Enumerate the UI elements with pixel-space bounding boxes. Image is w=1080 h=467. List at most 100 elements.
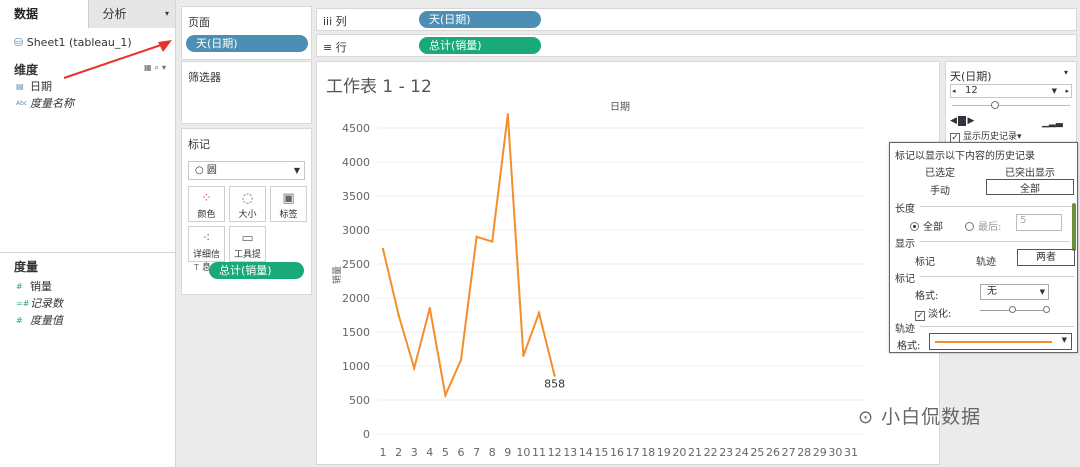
number-icon: # xyxy=(16,316,23,325)
pages-shelf: 页面 天(日期) xyxy=(181,6,312,60)
y-tick-label: 4500 xyxy=(342,122,370,135)
data-point[interactable] xyxy=(459,358,463,362)
date-icon: ▤ xyxy=(16,82,24,91)
prev-icon[interactable]: ◂ xyxy=(952,85,956,97)
page-control: 天(日期) ▾ ◂ 12 ▼ ▸ ◀■▶ ▁▂▃ ✓ 显示历史记录▾ xyxy=(945,61,1077,143)
history-heading: 标记以显示以下内容的历史记录 xyxy=(895,151,1035,162)
x-tick-label: 10 xyxy=(516,446,530,459)
divider xyxy=(920,206,1074,207)
history-selected-option[interactable]: 已选定 xyxy=(925,164,955,179)
field-label: 日期 xyxy=(30,80,52,93)
data-point[interactable] xyxy=(506,113,509,116)
marks-section-title: 标记 xyxy=(895,274,915,285)
play-forward-icon[interactable]: ▶ xyxy=(967,116,974,126)
show-marks-option[interactable]: 标记 xyxy=(915,253,935,268)
history-manual-option[interactable]: 手动 xyxy=(930,182,950,197)
y-tick-label: 1000 xyxy=(342,360,370,373)
stop-icon[interactable]: ■ xyxy=(957,116,967,126)
data-point[interactable] xyxy=(428,307,431,310)
data-point[interactable] xyxy=(444,394,447,397)
chevron-down-icon: ▼ xyxy=(1051,87,1057,95)
fade-toggle[interactable]: ✓ 淡化: xyxy=(915,305,951,321)
field-measure-values[interactable]: # 度量值 xyxy=(0,312,176,329)
next-icon[interactable]: ▸ xyxy=(1065,85,1069,97)
label-mark-icon: T xyxy=(194,263,199,272)
number-icon: # xyxy=(16,282,23,291)
length-value: 5 xyxy=(1020,215,1027,226)
divider xyxy=(920,326,1074,327)
pane-divider[interactable] xyxy=(0,252,176,253)
length-last-radio[interactable]: 最后: xyxy=(965,218,1001,233)
page-select[interactable]: ◂ 12 ▼ ▸ xyxy=(950,84,1072,98)
rows-pill[interactable]: 总计(销量) xyxy=(419,37,541,54)
marks-format-select[interactable]: 无 ▼ xyxy=(980,284,1049,300)
wechat-icon: ⊙ xyxy=(858,407,875,428)
x-tick-label: 13 xyxy=(563,446,577,459)
x-axis-header: 日期 xyxy=(610,101,630,113)
trail-format-select[interactable]: ▼ xyxy=(929,333,1072,350)
x-tick-label: 24 xyxy=(735,446,749,459)
field-label: 记录数 xyxy=(30,297,63,310)
chevron-down-icon[interactable]: ▾ xyxy=(1064,68,1068,77)
pages-pill[interactable]: 天(日期) xyxy=(186,35,308,52)
fade-slider-end[interactable] xyxy=(1043,306,1050,313)
length-all-radio[interactable]: 全部 xyxy=(910,218,943,233)
show-trails-option[interactable]: 轨迹 xyxy=(976,253,996,268)
number-icon: =# xyxy=(16,299,30,308)
detail-button[interactable]: ⁖ 详细信息 xyxy=(188,226,225,273)
x-tick-label: 30 xyxy=(828,446,842,459)
radio-icon xyxy=(965,222,974,231)
length-stepper[interactable]: 5 xyxy=(1016,214,1062,231)
playback-controls[interactable]: ◀■▶ xyxy=(950,116,974,126)
checkbox-checked-icon[interactable]: ✓ xyxy=(915,311,925,321)
mark-type-dropdown[interactable]: ○ 圆 ▼ xyxy=(188,161,305,180)
page-slider-thumb[interactable] xyxy=(991,101,999,109)
tab-analysis[interactable]: 分析 ▾ xyxy=(87,0,175,28)
fade-slider-thumb[interactable] xyxy=(1009,306,1016,313)
history-highlighted-option[interactable]: 已突出显示 xyxy=(1005,164,1055,179)
color-label: 颜色 xyxy=(197,210,216,220)
color-button[interactable]: ⁘ 颜色 xyxy=(188,186,225,222)
x-tick-label: 5 xyxy=(442,446,449,459)
measures-title: 度量 xyxy=(14,260,39,274)
field-record-count[interactable]: =# 记录数 xyxy=(0,295,176,312)
data-point[interactable] xyxy=(381,247,385,251)
tab-data[interactable]: 数据 xyxy=(0,0,88,28)
show-history-toggle[interactable]: ✓ 显示历史记录▾ xyxy=(950,129,1022,143)
page-slider-track[interactable] xyxy=(952,105,1070,106)
divider xyxy=(920,241,1070,242)
filters-shelf[interactable]: 筛选器 xyxy=(181,61,312,124)
chevron-down-icon[interactable]: ▾ xyxy=(165,0,169,28)
x-tick-label: 20 xyxy=(672,446,686,459)
field-sales[interactable]: # 销量 xyxy=(0,278,176,295)
page-field-title: 天(日期) xyxy=(950,70,992,83)
data-point[interactable] xyxy=(397,313,400,317)
play-back-icon[interactable]: ◀ xyxy=(950,116,957,126)
show-both-option[interactable]: 两者 xyxy=(1017,249,1075,266)
columns-shelf: iii 列 天(日期) xyxy=(316,8,1077,31)
data-point[interactable] xyxy=(553,374,556,377)
line-chart[interactable]: 日期 销量 0500100015002000250030003500400045… xyxy=(317,62,939,464)
x-tick-label: 17 xyxy=(626,446,640,459)
length-last-label: 最后: xyxy=(978,222,1002,233)
field-measure-names[interactable]: Abc 度量名称 xyxy=(0,95,175,112)
data-point[interactable] xyxy=(522,354,525,357)
data-point[interactable] xyxy=(475,235,478,238)
x-tick-label: 15 xyxy=(594,446,608,459)
tooltip-button[interactable]: ▭ 工具提示 xyxy=(229,226,266,273)
data-point[interactable] xyxy=(413,366,416,370)
speed-icon[interactable]: ▁▂▃ xyxy=(1042,118,1063,128)
columns-pill[interactable]: 天(日期) xyxy=(419,11,541,28)
x-tick-label: 16 xyxy=(610,446,624,459)
x-tick-label: 6 xyxy=(458,446,465,459)
history-all-option[interactable]: 全部 xyxy=(986,179,1074,195)
annotation-arrow xyxy=(63,40,172,79)
data-point[interactable] xyxy=(537,311,541,315)
chevron-down-icon: ▼ xyxy=(293,166,300,175)
popup-scrollbar[interactable] xyxy=(1072,203,1076,251)
size-button[interactable]: ◌ 大小 xyxy=(229,186,266,222)
data-point[interactable] xyxy=(491,240,494,243)
label-button[interactable]: ▣ 标签 xyxy=(270,186,307,222)
mark-type-value: ○ 圆 xyxy=(195,165,217,176)
label-pill[interactable]: 总计(销量) xyxy=(209,262,304,279)
